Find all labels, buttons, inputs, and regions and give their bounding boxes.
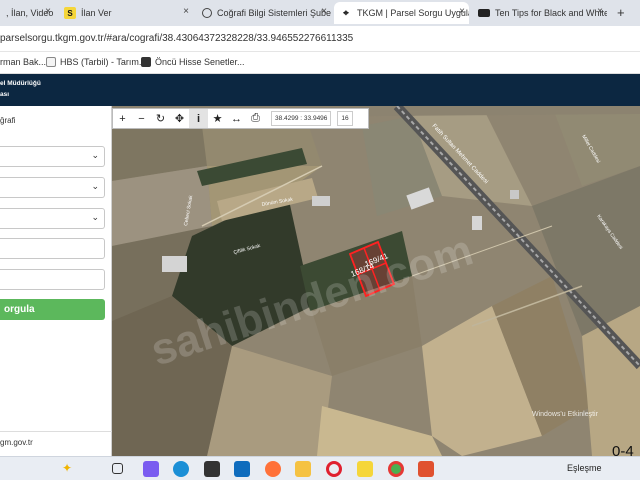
query-button[interactable]: orgula (0, 299, 105, 320)
address-bar[interactable]: parselsorgu.tkgm.gov.tr/#ara/cografi/38.… (0, 26, 640, 52)
bookmark-label: Öncü Hisse Senetler... (155, 57, 245, 67)
browser-tab-strip: , İlan, Video × S İlan Ver × Coğrafi Bil… (0, 0, 640, 26)
info-icon[interactable]: i (189, 109, 208, 128)
star-icon[interactable]: ★ (208, 109, 227, 128)
coordinate-readout: 38.4299 : 33.9496 (271, 111, 332, 126)
block-input[interactable] (0, 238, 105, 259)
neighborhood-select[interactable]: ⌄ (0, 208, 105, 229)
opera-icon[interactable] (326, 461, 342, 477)
zoom-in-button[interactable]: + (113, 109, 132, 128)
site-subtitle: ası (0, 91, 10, 98)
site-title: el Müdürlüğü (0, 80, 41, 87)
url-text[interactable]: parselsorgu.tkgm.gov.tr/#ara/cografi/38.… (0, 33, 353, 44)
close-icon[interactable]: × (183, 6, 189, 17)
close-icon[interactable]: × (45, 6, 51, 17)
tab-ilan-video[interactable]: , İlan, Video × (0, 2, 55, 24)
panel-divider (0, 431, 112, 432)
bookmark-item[interactable]: rman Bak... (0, 57, 46, 67)
tab-label: Ten Tips for Black and White (495, 8, 607, 18)
globe-icon (202, 8, 212, 18)
tab-label: İlan Ver (81, 8, 112, 18)
bookmark-label: HBS (Tarbil) - Tarım... (60, 57, 147, 67)
measure-icon[interactable]: ↔ (227, 109, 246, 128)
tab-label: TKGM | Parsel Sorgu Uygula (357, 8, 469, 18)
refresh-icon[interactable]: ↻ (151, 109, 170, 128)
map-toolbar: + − ↻ ✥ i ★ ↔ ⎙ 38.4299 : 33.9496 16 (112, 108, 369, 129)
site-header: el Müdürlüğü ası (0, 74, 640, 106)
tab-ten-tips[interactable]: Ten Tips for Black and White × (472, 2, 607, 24)
district-select[interactable]: ⌄ (0, 177, 105, 198)
tab-label: Coğrafi Bilgi Sistemleri Şube (217, 8, 331, 18)
s-app-icon[interactable] (357, 461, 373, 477)
bookmarks-bar: rman Bak... HBS (Tarbil) - Tarım... Öncü… (0, 52, 640, 74)
chrome-icon[interactable] (388, 461, 404, 477)
map-view[interactable]: sahibinden.com Fatih Sultan Mehmet Cadde… (112, 106, 640, 456)
taskbar: ✦ Eşleşme 0-4 (0, 443, 640, 480)
location-pin-icon: ⌖ (343, 7, 349, 19)
footer-link[interactable]: gm.gov.tr (0, 438, 33, 447)
pan-icon[interactable]: ✥ (170, 109, 189, 128)
tab-icon (478, 9, 490, 17)
s-icon: S (64, 7, 76, 19)
outlook-icon[interactable] (234, 461, 250, 477)
bookmark-label: rman Bak... (0, 57, 47, 67)
bookmark-item[interactable]: HBS (Tarbil) - Tarım... (46, 57, 146, 67)
chevron-down-icon: ⌄ (91, 150, 99, 160)
chevron-down-icon: ⌄ (91, 181, 99, 191)
close-icon[interactable]: × (321, 6, 327, 17)
weather-icon[interactable]: ✦ (62, 461, 78, 477)
tab-tkgm-parsel[interactable]: ⌖ TKGM | Parsel Sorgu Uygula × (334, 2, 469, 24)
calculator-icon[interactable] (204, 461, 220, 477)
province-select[interactable]: ⌄ (0, 146, 105, 167)
satellite-map[interactable]: sahibinden.com Fatih Sultan Mehmet Cadde… (112, 106, 640, 456)
zoom-out-button[interactable]: − (132, 109, 151, 128)
tab-ilan-ver[interactable]: S İlan Ver × (58, 2, 193, 24)
zoom-level: 16 (337, 111, 353, 126)
close-icon[interactable]: × (459, 6, 465, 17)
bookmark-icon (141, 57, 151, 67)
p-app-icon[interactable] (418, 461, 434, 477)
chevron-down-icon: ⌄ (91, 212, 99, 222)
panel-title: ğrafi (0, 116, 16, 125)
system-clock[interactable]: 0-4 (612, 443, 634, 460)
edge-icon[interactable] (173, 461, 189, 477)
parcel-input[interactable] (0, 269, 105, 290)
task-view-icon[interactable] (112, 463, 123, 474)
language-label[interactable]: Eşleşme (567, 463, 602, 473)
file-explorer-icon[interactable] (295, 461, 311, 477)
new-tab-button[interactable]: + (617, 5, 625, 20)
bookmark-icon (46, 57, 56, 67)
print-icon[interactable]: ⎙ (246, 109, 265, 128)
bookmark-item[interactable]: Öncü Hisse Senetler... (141, 57, 245, 67)
copilot-icon[interactable] (143, 461, 159, 477)
activation-watermark: Windows'u Etkinleştir (532, 411, 599, 418)
tab-cografi-bilgi[interactable]: Coğrafi Bilgi Sistemleri Şube × (196, 2, 331, 24)
close-icon[interactable]: × (597, 6, 603, 17)
firefox-icon[interactable] (265, 461, 281, 477)
search-panel: ğrafi ⌄ ⌄ ⌄ orgula gm.gov.tr (0, 106, 112, 456)
